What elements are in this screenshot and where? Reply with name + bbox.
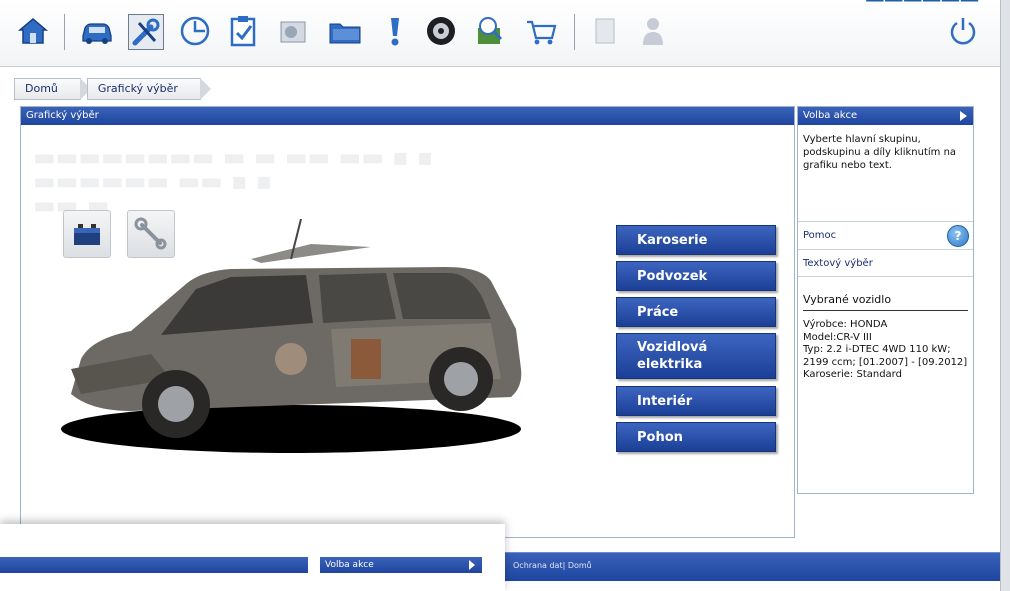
vehicle-body: Karoserie: Standard: [803, 369, 902, 380]
brand-logo: ▀▀▀▀▀▀: [866, 0, 980, 15]
action-panel-title-text: Volba akce: [803, 110, 858, 121]
wheel-icon[interactable]: [424, 14, 458, 48]
overlay-expand-arrow-icon[interactable]: [469, 560, 475, 570]
expand-arrow-icon[interactable]: [960, 111, 967, 121]
instruction-text: Vyberte hlavní skupinu, podskupinu a díl…: [803, 134, 957, 171]
breadcrumb-graphic-select[interactable]: Grafický výběr: [86, 78, 211, 100]
vehicle-model: Model:CR-V III: [803, 331, 872, 343]
user-icon[interactable]: [636, 14, 670, 48]
help-icon[interactable]: ?: [947, 225, 969, 247]
group-button-karoserie[interactable]: Karoserie: [616, 225, 776, 255]
overlay-panel-header: [0, 557, 308, 573]
power-icon[interactable]: [946, 14, 980, 48]
action-panel: Volba akce Vyberte hlavní skupinu, podsk…: [797, 106, 974, 494]
parts-icon[interactable]: [276, 14, 310, 48]
toolbar-separator: [64, 14, 65, 50]
checklist-icon[interactable]: [226, 14, 260, 48]
group-button-interier[interactable]: Interiér: [616, 386, 776, 416]
footer-links[interactable]: Ochrana dat| Domů: [513, 561, 592, 570]
home-icon[interactable]: [16, 14, 50, 48]
tools-icon[interactable]: [128, 14, 164, 50]
toolbar: ▀▀▀▀▀▀: [0, 0, 1000, 67]
vehicle-type: Typ: 2.2 i-DTEC 4WD 110 kW; 2199 ccm; [0…: [803, 344, 968, 368]
search-icon[interactable]: [474, 14, 508, 48]
vehicle-maker: Výrobce: HONDA: [803, 319, 888, 330]
group-button-podvozek[interactable]: Podvozek: [616, 261, 776, 291]
breadcrumb: Domů Grafický výběr: [14, 78, 211, 100]
cart-icon[interactable]: [524, 14, 558, 48]
breadcrumb-home[interactable]: Domů: [14, 78, 91, 100]
group-button-pohon[interactable]: Pohon: [616, 422, 776, 452]
overlay-action-header: Volba akce: [320, 557, 482, 573]
panel-title: Grafický výběr: [21, 107, 794, 125]
clock-icon[interactable]: [178, 14, 212, 48]
app-window: ▀▀▀▀▀▀ Domů Grafický výběr Grafický výbě…: [0, 0, 1001, 591]
folder-icon[interactable]: [328, 14, 362, 48]
group-button-prace[interactable]: Práce: [616, 297, 776, 327]
help-link[interactable]: Pomoc ?: [798, 221, 973, 249]
car-icon[interactable]: [80, 14, 114, 48]
group-button-vozidlova-elektrika[interactable]: Vozidlová elektrika: [616, 333, 776, 379]
help-label: Pomoc: [803, 230, 837, 241]
overlay-action-title: Volba akce: [325, 560, 374, 570]
selected-vehicle-details: Výrobce: HONDA Model:CR-V III Typ: 2.2 i…: [803, 319, 971, 382]
selected-vehicle-heading: Vybrané vozidlo: [803, 293, 968, 311]
faded-background-text: ▬▬▬▬▬▬▬▬ ▬ ▬ ▬▬ ▬▬ ▪ ▪ ▬▬▬▬▬▬ ▬▬ ▪ ▪ ▬▬ ▬: [33, 143, 434, 219]
toolbar-separator: [574, 14, 575, 50]
action-panel-title: Volba akce: [798, 107, 973, 125]
overlay-screenshot: Volba akce: [0, 524, 505, 591]
vehicle-graphic[interactable]: [51, 218, 531, 469]
graphic-select-panel: Grafický výběr ▬▬▬▬▬▬▬▬ ▬ ▬ ▬▬ ▬▬ ▪ ▪ ▬▬▬…: [20, 106, 795, 538]
text-select-link[interactable]: Textový výběr: [798, 249, 973, 277]
document-icon[interactable]: [588, 14, 622, 48]
warning-icon[interactable]: [378, 14, 412, 48]
